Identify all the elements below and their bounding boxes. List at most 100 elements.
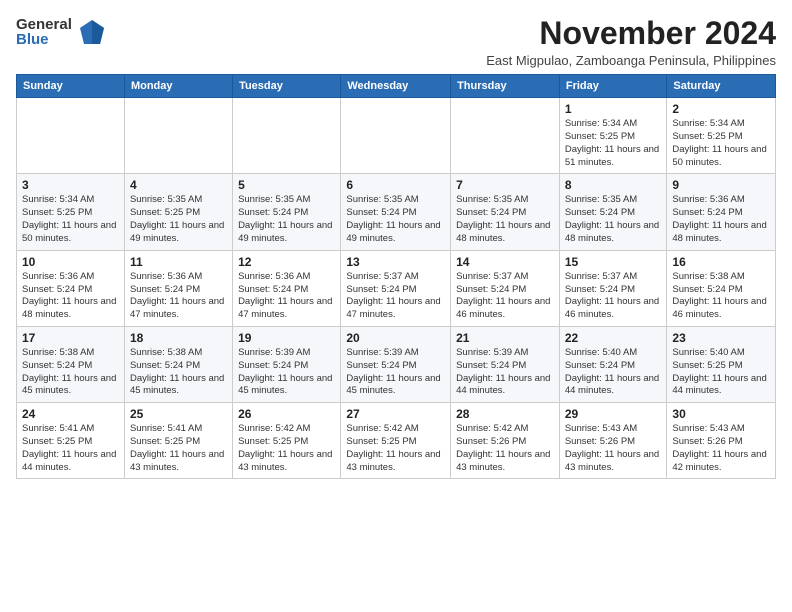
calendar-cell xyxy=(233,98,341,174)
weekday-header: Friday xyxy=(559,75,667,98)
day-info: Sunrise: 5:35 AM Sunset: 5:24 PM Dayligh… xyxy=(238,194,335,245)
day-info: Sunrise: 5:36 AM Sunset: 5:24 PM Dayligh… xyxy=(672,194,770,245)
day-info: Sunrise: 5:35 AM Sunset: 5:24 PM Dayligh… xyxy=(346,194,445,245)
day-number: 17 xyxy=(22,331,119,345)
day-number: 4 xyxy=(130,178,227,192)
day-info: Sunrise: 5:36 AM Sunset: 5:24 PM Dayligh… xyxy=(238,271,335,322)
day-number: 21 xyxy=(456,331,554,345)
calendar-cell: 15Sunrise: 5:37 AM Sunset: 5:24 PM Dayli… xyxy=(559,250,667,326)
header: General Blue November 2024 East Migpulao… xyxy=(16,16,776,68)
day-info: Sunrise: 5:38 AM Sunset: 5:24 PM Dayligh… xyxy=(130,347,227,398)
day-info: Sunrise: 5:36 AM Sunset: 5:24 PM Dayligh… xyxy=(130,271,227,322)
calendar-week-row: 1 Sunrise: 5:34 AM Sunset: 5:25 PM Daylig… xyxy=(17,98,776,174)
calendar-week-row: 17 Sunrise: 5:38 AM Sunset: 5:24 PM Dayli… xyxy=(17,326,776,402)
day-info: Sunrise: 5:41 AM Sunset: 5:25 PM Dayligh… xyxy=(22,423,119,474)
day-number: 24 xyxy=(22,407,119,421)
day-info: Sunrise: 5:39 AM Sunset: 5:24 PM Dayligh… xyxy=(346,347,445,398)
day-info: Sunrise: 5:42 AM Sunset: 5:25 PM Dayligh… xyxy=(346,423,445,474)
calendar-cell: 2 Sunrise: 5:34 AM Sunset: 5:25 PM Daylig… xyxy=(667,98,776,174)
day-number: 27 xyxy=(346,407,445,421)
calendar-cell: 19Sunrise: 5:39 AM Sunset: 5:24 PM Dayli… xyxy=(233,326,341,402)
day-info: Sunrise: 5:38 AM Sunset: 5:24 PM Dayligh… xyxy=(672,271,770,322)
day-info: Sunrise: 5:39 AM Sunset: 5:24 PM Dayligh… xyxy=(456,347,554,398)
day-info: Sunrise: 5:41 AM Sunset: 5:25 PM Dayligh… xyxy=(130,423,227,474)
day-number: 26 xyxy=(238,407,335,421)
day-number: 10 xyxy=(22,255,119,269)
day-info: Sunrise: 5:34 AM Sunset: 5:25 PM Dayligh… xyxy=(565,118,662,169)
calendar-cell: 7 Sunrise: 5:35 AM Sunset: 5:24 PM Daylig… xyxy=(451,174,560,250)
day-info: Sunrise: 5:35 AM Sunset: 5:25 PM Dayligh… xyxy=(130,194,227,245)
calendar-cell: 20 Sunrise: 5:39 AM Sunset: 5:24 PM Dayli… xyxy=(341,326,451,402)
day-number: 3 xyxy=(22,178,119,192)
weekday-header: Wednesday xyxy=(341,75,451,98)
day-info: Sunrise: 5:38 AM Sunset: 5:24 PM Dayligh… xyxy=(22,347,119,398)
day-number: 30 xyxy=(672,407,770,421)
calendar-cell: 28Sunrise: 5:42 AM Sunset: 5:26 PM Dayli… xyxy=(451,403,560,479)
day-info: Sunrise: 5:43 AM Sunset: 5:26 PM Dayligh… xyxy=(672,423,770,474)
day-number: 1 xyxy=(565,102,662,116)
calendar-cell: 25 Sunrise: 5:41 AM Sunset: 5:25 PM Dayli… xyxy=(124,403,232,479)
calendar-cell: 6 Sunrise: 5:35 AM Sunset: 5:24 PM Daylig… xyxy=(341,174,451,250)
calendar-table: SundayMondayTuesdayWednesdayThursdayFrid… xyxy=(16,74,776,479)
day-number: 8 xyxy=(565,178,662,192)
day-number: 25 xyxy=(130,407,227,421)
day-info: Sunrise: 5:36 AM Sunset: 5:24 PM Dayligh… xyxy=(22,271,119,322)
calendar-cell: 5 Sunrise: 5:35 AM Sunset: 5:24 PM Daylig… xyxy=(233,174,341,250)
day-number: 13 xyxy=(346,255,445,269)
day-number: 23 xyxy=(672,331,770,345)
weekday-header-row: SundayMondayTuesdayWednesdayThursdayFrid… xyxy=(17,75,776,98)
calendar-week-row: 3 Sunrise: 5:34 AM Sunset: 5:25 PM Daylig… xyxy=(17,174,776,250)
calendar-cell: 8 Sunrise: 5:35 AM Sunset: 5:24 PM Daylig… xyxy=(559,174,667,250)
day-number: 9 xyxy=(672,178,770,192)
day-info: Sunrise: 5:39 AM Sunset: 5:24 PM Dayligh… xyxy=(238,347,335,398)
calendar-cell: 16Sunrise: 5:38 AM Sunset: 5:24 PM Dayli… xyxy=(667,250,776,326)
day-number: 2 xyxy=(672,102,770,116)
logo-general: General xyxy=(16,17,72,32)
day-number: 18 xyxy=(130,331,227,345)
day-info: Sunrise: 5:43 AM Sunset: 5:26 PM Dayligh… xyxy=(565,423,662,474)
day-info: Sunrise: 5:35 AM Sunset: 5:24 PM Dayligh… xyxy=(456,194,554,245)
weekday-header: Thursday xyxy=(451,75,560,98)
day-info: Sunrise: 5:37 AM Sunset: 5:24 PM Dayligh… xyxy=(346,271,445,322)
calendar-cell: 22Sunrise: 5:40 AM Sunset: 5:24 PM Dayli… xyxy=(559,326,667,402)
calendar-cell xyxy=(341,98,451,174)
day-info: Sunrise: 5:35 AM Sunset: 5:24 PM Dayligh… xyxy=(565,194,662,245)
calendar-cell: 24 Sunrise: 5:41 AM Sunset: 5:25 PM Dayli… xyxy=(17,403,125,479)
day-number: 29 xyxy=(565,407,662,421)
page: General Blue November 2024 East Migpulao… xyxy=(0,0,792,612)
calendar-cell xyxy=(124,98,232,174)
calendar-cell: 10 Sunrise: 5:36 AM Sunset: 5:24 PM Dayli… xyxy=(17,250,125,326)
weekday-header: Sunday xyxy=(17,75,125,98)
logo-blue: Blue xyxy=(16,32,72,47)
logo-icon xyxy=(76,16,108,48)
calendar-week-row: 24 Sunrise: 5:41 AM Sunset: 5:25 PM Dayli… xyxy=(17,403,776,479)
day-info: Sunrise: 5:37 AM Sunset: 5:24 PM Dayligh… xyxy=(456,271,554,322)
calendar-cell xyxy=(451,98,560,174)
calendar-cell: 9 Sunrise: 5:36 AM Sunset: 5:24 PM Daylig… xyxy=(667,174,776,250)
weekday-header: Tuesday xyxy=(233,75,341,98)
calendar-cell: 23Sunrise: 5:40 AM Sunset: 5:25 PM Dayli… xyxy=(667,326,776,402)
day-info: Sunrise: 5:34 AM Sunset: 5:25 PM Dayligh… xyxy=(672,118,770,169)
calendar-cell: 29 Sunrise: 5:43 AM Sunset: 5:26 PM Dayli… xyxy=(559,403,667,479)
day-number: 11 xyxy=(130,255,227,269)
calendar-cell: 13 Sunrise: 5:37 AM Sunset: 5:24 PM Dayli… xyxy=(341,250,451,326)
day-info: Sunrise: 5:37 AM Sunset: 5:24 PM Dayligh… xyxy=(565,271,662,322)
day-info: Sunrise: 5:34 AM Sunset: 5:25 PM Dayligh… xyxy=(22,194,119,245)
day-info: Sunrise: 5:40 AM Sunset: 5:24 PM Dayligh… xyxy=(565,347,662,398)
day-number: 7 xyxy=(456,178,554,192)
logo: General Blue xyxy=(16,16,108,48)
calendar-cell: 4 Sunrise: 5:35 AM Sunset: 5:25 PM Daylig… xyxy=(124,174,232,250)
subtitle: East Migpulao, Zamboanga Peninsula, Phil… xyxy=(486,53,776,68)
day-number: 20 xyxy=(346,331,445,345)
day-number: 6 xyxy=(346,178,445,192)
calendar-cell: 17 Sunrise: 5:38 AM Sunset: 5:24 PM Dayli… xyxy=(17,326,125,402)
calendar-cell: 21 Sunrise: 5:39 AM Sunset: 5:24 PM Dayli… xyxy=(451,326,560,402)
calendar-cell: 27 Sunrise: 5:42 AM Sunset: 5:25 PM Dayli… xyxy=(341,403,451,479)
weekday-header: Saturday xyxy=(667,75,776,98)
day-number: 14 xyxy=(456,255,554,269)
day-number: 12 xyxy=(238,255,335,269)
weekday-header: Monday xyxy=(124,75,232,98)
calendar-cell: 12 Sunrise: 5:36 AM Sunset: 5:24 PM Dayli… xyxy=(233,250,341,326)
day-number: 5 xyxy=(238,178,335,192)
calendar-cell xyxy=(17,98,125,174)
